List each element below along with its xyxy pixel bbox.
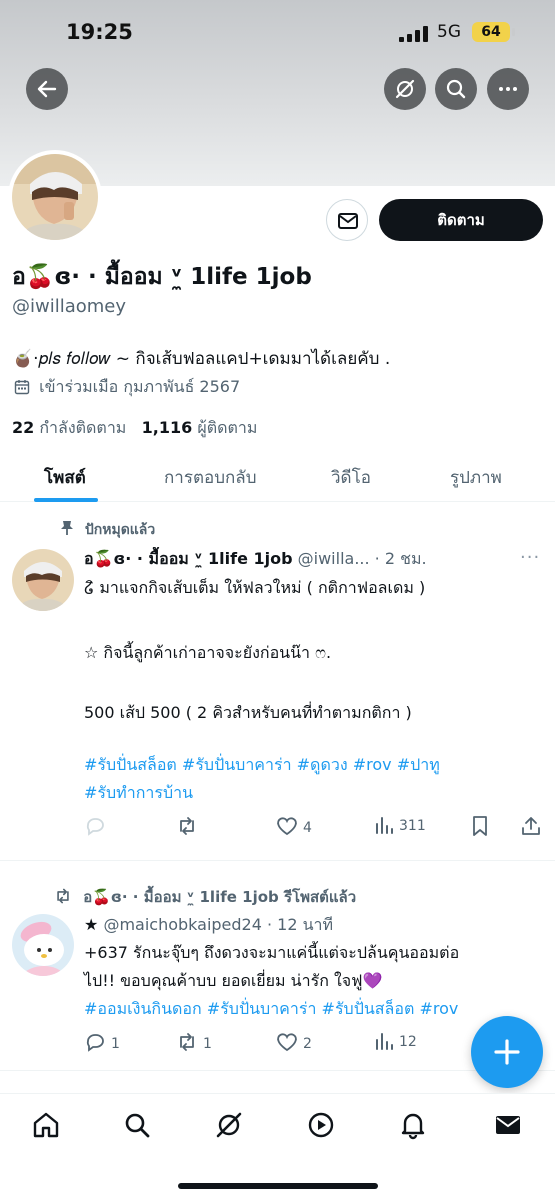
tweet-avatar[interactable] bbox=[12, 549, 74, 611]
share-button[interactable] bbox=[520, 815, 547, 839]
calendar-icon bbox=[14, 380, 30, 395]
bookmark-button[interactable] bbox=[470, 815, 495, 839]
tweet-hashtags[interactable]: #รับปั่นสล็อต #รับปั่นบาคาร่า #ดูดวง #ro… bbox=[84, 752, 440, 778]
message-button[interactable] bbox=[326, 199, 368, 241]
followers-link[interactable]: 1,116 ผู้ติดตาม bbox=[142, 418, 258, 437]
retweet-icon bbox=[57, 888, 69, 904]
tweet-time: · 12 นาที bbox=[267, 915, 334, 934]
bookmark-icon bbox=[473, 816, 487, 836]
home-indicator bbox=[178, 1183, 378, 1189]
grok-button[interactable] bbox=[384, 68, 426, 110]
heart-icon bbox=[277, 1033, 297, 1052]
tweet-divider bbox=[0, 1070, 555, 1071]
follow-button[interactable]: ติดตาม bbox=[379, 199, 543, 241]
back-button[interactable] bbox=[26, 68, 68, 110]
slash-circle-icon bbox=[395, 79, 415, 99]
tweet-text-line: ☆ กิจนี้ลูกค้าเก่าอาจจะยังก่อนน๊า ෆ. bbox=[84, 643, 332, 662]
video-icon[interactable] bbox=[306, 1110, 336, 1140]
profile-bio: 🧉·𝑝𝑙𝑠 𝑓𝑜𝑙𝑙𝑜𝑤 ~ กิจเส้บฟอลแคป+เดมมาได้เลย… bbox=[12, 349, 391, 369]
views-icon bbox=[376, 817, 393, 834]
profile-tabs: โพสต์ การตอบกลับ วิดีโอ รูปภาพ bbox=[0, 452, 555, 502]
heart-icon bbox=[277, 817, 297, 836]
tweet-actions: 4 311 bbox=[84, 815, 544, 839]
tweet-author-handle[interactable]: @iwilla... bbox=[298, 549, 370, 568]
reply-button[interactable]: 1 bbox=[84, 1031, 120, 1055]
signal-icon bbox=[399, 26, 428, 42]
tab-replies[interactable]: การตอบกลับ bbox=[164, 464, 257, 491]
pin-icon bbox=[61, 521, 73, 535]
grok-icon[interactable] bbox=[214, 1110, 244, 1140]
share-icon bbox=[522, 817, 540, 835]
arrow-left-icon bbox=[37, 80, 57, 98]
reply-button[interactable] bbox=[84, 815, 111, 839]
views-button[interactable]: 12 bbox=[374, 1031, 417, 1055]
network-label: 5G bbox=[437, 22, 461, 42]
tab-videos[interactable]: วิดีโอ bbox=[331, 464, 371, 491]
tweet-divider bbox=[0, 860, 555, 861]
views-button[interactable]: 311 bbox=[374, 815, 426, 839]
home-icon[interactable] bbox=[31, 1110, 61, 1140]
more-icon bbox=[499, 87, 517, 91]
tweet-more-icon[interactable]: ··· bbox=[520, 547, 540, 568]
retweet-button[interactable] bbox=[176, 815, 203, 839]
envelope-icon bbox=[338, 213, 358, 229]
tab-media[interactable]: รูปภาพ bbox=[450, 464, 502, 491]
tweet-header: ★ @maichobkaiped24 · 12 นาที bbox=[84, 913, 524, 938]
tweet-avatar[interactable] bbox=[12, 914, 74, 976]
tweet-text-line: ໒ิ มาแจกกิจเส้บเต็ม ให้ฟลวใหม่ ( กติกาฟอ… bbox=[84, 578, 426, 597]
messages-icon[interactable] bbox=[493, 1110, 523, 1140]
follow-stats: 22 กำลังติดตาม 1,116 ผู้ติดตาม bbox=[12, 416, 257, 441]
retweet-button[interactable]: 1 bbox=[176, 1031, 212, 1055]
search-icon[interactable] bbox=[122, 1110, 152, 1140]
retweet-icon bbox=[180, 817, 194, 835]
profile-photo bbox=[12, 154, 98, 240]
tweet-text-line: ไป!! ขอบคุณค้าบบ ยอดเยี่ยม น่ารัก ใจฟู💜 bbox=[84, 971, 383, 990]
notifications-icon[interactable] bbox=[398, 1110, 428, 1140]
search-icon bbox=[446, 79, 466, 99]
joined-text: เข้าร่วมเมือ กุมภาพันธ์ 2567 bbox=[39, 377, 241, 396]
tweet-hashtags[interactable]: #ออมเงินกินดอก #รับปั่นบาคาร่า #รับปั่นส… bbox=[84, 996, 544, 1022]
reply-icon bbox=[86, 818, 104, 836]
profile-name: อ🍒ɞ· · มื้ออม ᵛ̼ 1life 1job bbox=[12, 264, 312, 290]
joined-date: เข้าร่วมเมือ กุมภาพันธ์ 2567 bbox=[14, 375, 240, 400]
tweet-author-name[interactable]: อ🍒ɞ· · มื้ออม ᵛ̼ 1life 1job bbox=[84, 549, 293, 568]
plus-icon bbox=[494, 1039, 520, 1065]
profile-handle: @iwillaomey bbox=[12, 296, 127, 317]
tweet-author-name[interactable]: ★ bbox=[84, 915, 98, 934]
tweet-author-handle[interactable]: @maichobkaiped24 bbox=[103, 915, 261, 934]
reply-icon bbox=[86, 1034, 104, 1052]
compose-button[interactable] bbox=[471, 1016, 543, 1088]
retweet-icon bbox=[180, 1033, 194, 1051]
tweet-hashtags[interactable]: #รับทำการบ้าน bbox=[84, 780, 193, 806]
search-button[interactable] bbox=[435, 68, 477, 110]
like-button[interactable]: 2 bbox=[276, 1031, 312, 1055]
tweet-text-line: 500 เส้ป 500 ( 2 คิวสำหรับคนที่ทำตามกติก… bbox=[84, 703, 412, 722]
active-tab-indicator bbox=[34, 498, 98, 502]
status-time: 19:25 bbox=[66, 20, 133, 44]
more-button[interactable] bbox=[487, 68, 529, 110]
following-link[interactable]: 22 กำลังติดตาม bbox=[12, 418, 126, 437]
battery-tip bbox=[512, 28, 515, 36]
tab-posts[interactable]: โพสต์ bbox=[44, 464, 86, 491]
tweet-header: อ🍒ɞ· · มื้ออม ᵛ̼ 1life 1job @iwilla... ·… bbox=[84, 547, 479, 572]
tweet-time: · 2 ชม. bbox=[374, 549, 427, 568]
like-button[interactable]: 4 bbox=[276, 815, 312, 839]
profile-avatar[interactable] bbox=[8, 150, 102, 244]
views-icon bbox=[376, 1033, 393, 1050]
tweet-text-line: +637 รักนะจุ๊บๆ ถึงดวงจะมาแค่นี้แต่จะปล้… bbox=[84, 943, 460, 962]
retweet-label: อ🍒ɞ· · มื้ออม ᵛ̼ 1life 1job รีโพสต์แล้ว bbox=[54, 885, 356, 909]
status-bar: 19:25 5G 64 bbox=[0, 18, 555, 48]
battery-indicator: 64 bbox=[472, 22, 510, 42]
pinned-label: ปักหมุดแล้ว bbox=[60, 519, 155, 541]
